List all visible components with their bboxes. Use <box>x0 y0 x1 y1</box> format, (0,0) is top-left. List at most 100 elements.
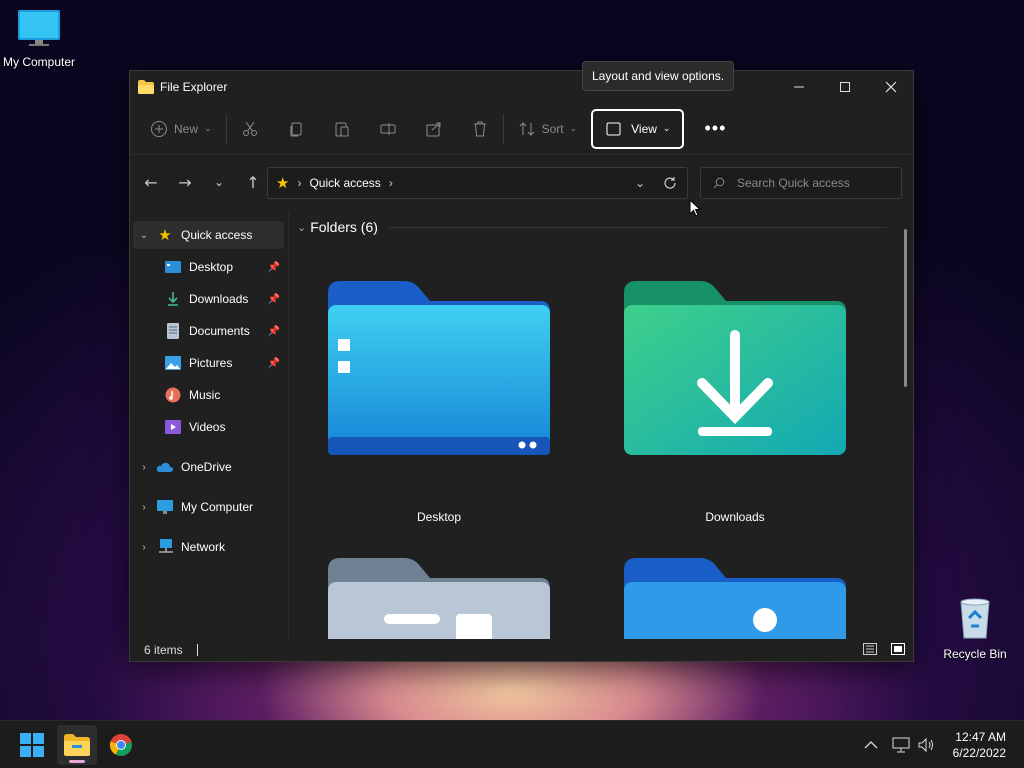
sidebar-item-onedrive[interactable]: › OneDrive <box>133 453 284 481</box>
sidebar-item-label: Network <box>181 540 226 554</box>
folder-tile-downloads[interactable]: Downloads <box>620 279 850 524</box>
monitor-icon <box>155 499 175 515</box>
paste-button[interactable] <box>325 111 359 147</box>
chevron-down-icon: ⌄ <box>569 123 578 133</box>
sidebar-item-my-computer[interactable]: › My Computer <box>133 493 284 521</box>
clipboard-icon <box>335 122 349 136</box>
back-button[interactable]: ← <box>134 167 168 197</box>
sidebar-item-desktop[interactable]: Desktop 📌 <box>133 253 284 281</box>
pin-icon: 📌 <box>267 325 280 337</box>
chevron-right-icon[interactable]: › <box>133 502 155 513</box>
sidebar-item-documents[interactable]: Documents 📌 <box>133 317 284 345</box>
cloud-icon <box>155 459 175 475</box>
chevron-down-icon[interactable]: ⌄ <box>133 230 155 241</box>
view-layout-icon <box>606 122 621 135</box>
folders-section-header[interactable]: ⌄ Folders (6) <box>297 219 887 235</box>
sidebar-item-quick-access[interactable]: ⌄ ★ Quick access <box>133 221 284 249</box>
network-icon <box>155 539 175 555</box>
sort-button[interactable]: Sort ⌄ <box>510 111 586 147</box>
pin-icon: 📌 <box>267 357 280 369</box>
network-status-button[interactable] <box>892 721 910 768</box>
show-hidden-icons-button[interactable] <box>864 721 878 768</box>
music-icon <box>163 387 183 403</box>
speaker-icon <box>918 737 933 753</box>
view-label: View <box>631 121 657 136</box>
delete-button[interactable] <box>463 111 497 147</box>
breadcrumb-quick-access[interactable]: Quick access <box>309 176 380 190</box>
cut-button[interactable] <box>233 111 267 147</box>
desktop-icon-label: My Computer <box>2 55 76 69</box>
desktop-icon-my-computer[interactable]: My Computer <box>0 8 84 69</box>
rename-button[interactable] <box>371 111 405 147</box>
content-pane: ⌄ Folders (6) Desktop Downloads <box>289 211 913 639</box>
vertical-scrollbar[interactable] <box>904 229 907 387</box>
forward-button[interactable]: → <box>168 167 202 197</box>
chevron-right-icon[interactable]: › <box>133 542 155 553</box>
sidebar-item-label: Desktop <box>189 260 234 274</box>
navigation-pane: ⌄ ★ Quick access Desktop 📌 Downloads 📌 D… <box>130 211 289 639</box>
chevron-down-icon: ⌄ <box>662 123 671 133</box>
recycle-bin-icon <box>960 598 990 639</box>
up-button[interactable]: ↑ <box>236 167 270 197</box>
document-icon <box>163 323 183 339</box>
title-bar[interactable]: File Explorer Layout and view options. <box>130 61 914 103</box>
chevron-right-icon[interactable]: › <box>133 462 155 473</box>
desktop-icon-label: Recycle Bin <box>943 647 1007 661</box>
plus-circle-icon <box>151 120 167 137</box>
details-view-button[interactable] <box>863 642 877 658</box>
folder-tile-pictures[interactable] <box>620 556 850 639</box>
folder-icon <box>138 80 154 94</box>
address-bar[interactable]: ★ › Quick access › ⌄ <box>267 167 688 199</box>
taskbar-file-explorer[interactable] <box>57 725 97 765</box>
file-explorer-window: File Explorer Layout and view options. N… <box>129 61 914 662</box>
sidebar-item-label: Music <box>189 388 221 402</box>
minimize-icon <box>794 86 804 88</box>
search-box[interactable] <box>700 167 902 199</box>
address-dropdown-icon[interactable]: ⌄ <box>635 176 645 190</box>
more-options-button[interactable]: ••• <box>696 111 734 147</box>
share-button[interactable] <box>417 111 451 147</box>
sidebar-item-downloads[interactable]: Downloads 📌 <box>133 285 284 313</box>
refresh-icon[interactable] <box>663 176 677 190</box>
recent-locations-button[interactable]: ⌄ <box>202 167 236 197</box>
active-indicator <box>69 760 85 763</box>
rename-icon <box>380 122 396 135</box>
sidebar-item-music[interactable]: Music <box>133 381 284 409</box>
folder-name: Desktop <box>416 510 462 524</box>
search-input[interactable] <box>737 176 887 190</box>
divider <box>196 644 198 656</box>
sidebar-item-pictures[interactable]: Pictures 📌 <box>133 349 284 377</box>
download-icon <box>163 291 183 307</box>
system-clock[interactable]: 12:47 AM 6/22/2022 <box>953 729 1006 761</box>
sidebar-item-videos[interactable]: Videos <box>133 413 284 441</box>
view-button[interactable]: View ⌄ <box>591 108 685 149</box>
start-button[interactable] <box>12 725 52 765</box>
sidebar-item-label: Quick access <box>181 228 253 242</box>
picture-icon <box>163 355 183 371</box>
volume-button[interactable] <box>918 721 936 768</box>
divider <box>225 113 227 144</box>
sidebar-item-network[interactable]: › Network <box>133 533 284 561</box>
folder-tile-documents[interactable] <box>324 556 554 639</box>
arrow-right-icon: → <box>178 172 192 192</box>
sidebar-item-label: Videos <box>189 420 226 434</box>
breadcrumb-chevron-icon: › <box>388 176 393 190</box>
copy-button[interactable] <box>279 111 313 147</box>
taskbar-chrome[interactable] <box>101 725 141 765</box>
minimize-button[interactable] <box>776 71 822 103</box>
status-bar: 6 items <box>130 639 913 661</box>
sidebar-item-label: Documents <box>189 324 250 338</box>
arrow-up-icon: ↑ <box>246 172 260 192</box>
clock-date: 6/22/2022 <box>952 746 1006 760</box>
close-button[interactable] <box>868 71 914 103</box>
documents-folder-icon <box>328 558 550 639</box>
navigation-bar: ← → ⌄ ↑ ★ › Quick access › ⌄ <box>130 155 913 217</box>
folder-tile-desktop[interactable]: Desktop <box>324 279 554 524</box>
desktop-icon-recycle-bin[interactable]: Recycle Bin <box>930 596 1020 661</box>
share-icon <box>426 122 441 136</box>
new-button[interactable]: New ⌄ <box>142 111 220 147</box>
pictures-folder-icon <box>624 558 846 639</box>
maximize-button[interactable] <box>822 71 868 103</box>
section-title: Folders (6) <box>310 219 378 235</box>
large-icons-view-button[interactable] <box>891 642 905 658</box>
